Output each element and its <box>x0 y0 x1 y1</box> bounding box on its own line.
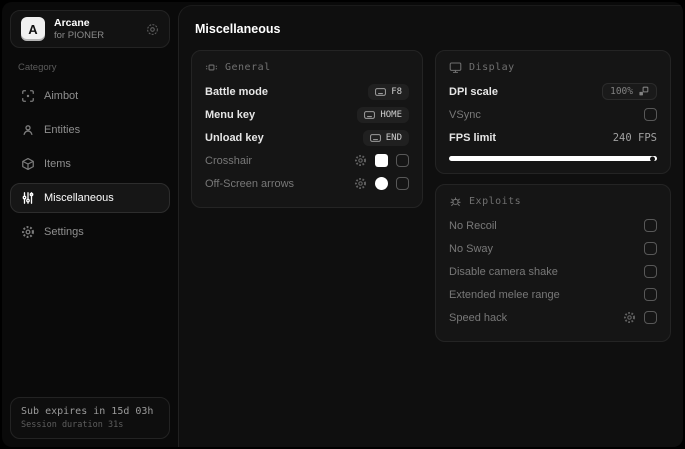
fps-limit-label: FPS limit <box>449 131 497 144</box>
fps-limit-slider[interactable] <box>449 156 657 161</box>
keyboard-icon <box>369 133 381 142</box>
page-title: Miscellaneous <box>195 22 281 36</box>
crosshair-label: Crosshair <box>205 154 253 167</box>
unload-key-label: Unload key <box>205 131 264 144</box>
offscreen-arrows-color-swatch[interactable] <box>375 177 389 190</box>
display-panel: Display DPI scale 100% VSync FPS limit 2… <box>435 50 671 174</box>
dpi-scale-row: DPI scale 100% <box>449 80 657 103</box>
general-panel: General Battle mode F8 Menu key HOME Unl… <box>191 50 424 208</box>
fps-slider-knob[interactable] <box>650 156 655 161</box>
battle-mode-label: Battle mode <box>205 85 268 98</box>
sidebar-item-entities[interactable]: Entities <box>10 115 170 145</box>
app-window: A Arcane for PIONER Category Aimbot Enti… <box>2 2 683 447</box>
sidebar-item-settings[interactable]: Settings <box>10 217 170 247</box>
general-icon <box>205 61 218 74</box>
sidebar-item-label: Settings <box>44 226 84 238</box>
display-panel-header: Display <box>449 61 657 74</box>
sidebar-item-items[interactable]: Items <box>10 149 170 179</box>
offscreen-arrows-checkbox[interactable] <box>396 177 410 190</box>
gear-icon <box>21 225 35 239</box>
display-panel-title: Display <box>469 62 515 73</box>
no-recoil-label: No Recoil <box>449 219 497 232</box>
extended-melee-range-row: Extended melee range <box>449 283 657 306</box>
crosshair-icon <box>21 89 35 103</box>
dpi-scale-label: DPI scale <box>449 85 498 98</box>
no-sway-label: No Sway <box>449 242 494 255</box>
speed-hack-checkbox[interactable] <box>644 311 657 324</box>
subscription-card: Sub expires in 15d 03h Session duration … <box>10 397 170 439</box>
sidebar: A Arcane for PIONER Category Aimbot Enti… <box>2 2 178 447</box>
extended-melee-range-checkbox[interactable] <box>644 288 657 301</box>
offscreen-arrows-settings-gear-icon[interactable] <box>354 177 367 190</box>
logo-card: A Arcane for PIONER <box>10 10 170 48</box>
crosshair-row: Crosshair <box>205 149 410 172</box>
keybind-value: F8 <box>391 86 403 97</box>
crosshair-color-swatch[interactable] <box>375 154 389 167</box>
app-name: Arcane <box>54 17 90 29</box>
keybind-value: END <box>385 132 403 143</box>
sidebar-item-label: Miscellaneous <box>44 192 114 204</box>
scale-icon <box>638 86 649 97</box>
unload-key-row: Unload key END <box>205 126 410 149</box>
app-subtitle: for PIONER <box>54 30 105 41</box>
no-recoil-row: No Recoil <box>449 214 657 237</box>
speed-hack-label: Speed hack <box>449 311 508 324</box>
disable-camera-shake-row: Disable camera shake <box>449 260 657 283</box>
speed-hack-row: Speed hack <box>449 306 657 329</box>
sidebar-nav: Aimbot Entities Items Miscellaneous Sett… <box>10 81 170 247</box>
sidebar-item-label: Items <box>44 158 71 170</box>
unload-key-keybind-button[interactable]: END <box>362 129 410 146</box>
vsync-row: VSync <box>449 103 657 126</box>
disable-camera-shake-checkbox[interactable] <box>644 265 657 278</box>
sub-expires-text: Sub expires in 15d 03h <box>21 406 154 417</box>
crosshair-settings-gear-icon[interactable] <box>354 154 367 167</box>
sliders-icon <box>21 191 35 205</box>
exploits-panel: Exploits No Recoil No Sway Disable camer… <box>435 184 671 342</box>
bug-icon <box>449 195 462 208</box>
fps-limit-value: 240 FPS <box>612 131 657 144</box>
battle-mode-row: Battle mode F8 <box>205 80 410 103</box>
no-sway-checkbox[interactable] <box>644 242 657 255</box>
sidebar-item-aimbot[interactable]: Aimbot <box>10 81 170 111</box>
app-logo: A <box>21 17 45 41</box>
dpi-scale-dropdown[interactable]: 100% <box>602 83 657 100</box>
exploits-panel-title: Exploits <box>469 196 522 207</box>
dpi-scale-value: 100% <box>610 86 633 97</box>
disable-camera-shake-label: Disable camera shake <box>449 265 558 278</box>
logo-letter: A <box>28 21 38 37</box>
no-recoil-checkbox[interactable] <box>644 219 657 232</box>
sidebar-item-miscellaneous[interactable]: Miscellaneous <box>10 183 170 213</box>
menu-key-label: Menu key <box>205 108 256 121</box>
fps-limit-row: FPS limit 240 FPS <box>449 126 657 149</box>
crosshair-checkbox[interactable] <box>396 154 410 167</box>
session-duration-text: Session duration 31s <box>21 420 124 430</box>
keyboard-icon <box>364 110 376 119</box>
monitor-icon <box>449 61 462 74</box>
menu-key-row: Menu key HOME <box>205 103 410 126</box>
offscreen-arrows-row: Off-Screen arrows <box>205 172 410 195</box>
general-panel-header: General <box>205 61 409 74</box>
main-content: Miscellaneous General Battle mode F8 Men… <box>178 5 683 447</box>
battle-mode-keybind-button[interactable]: F8 <box>368 83 410 100</box>
speed-hack-settings-gear-icon[interactable] <box>623 311 636 324</box>
category-label: Category <box>18 62 57 73</box>
general-panel-title: General <box>225 62 271 73</box>
exploits-panel-header: Exploits <box>449 195 657 208</box>
keyboard-icon <box>375 87 387 96</box>
extended-melee-range-label: Extended melee range <box>449 288 560 301</box>
account-settings-icon[interactable] <box>146 23 159 36</box>
no-sway-row: No Sway <box>449 237 657 260</box>
panel-columns: General Battle mode F8 Menu key HOME Unl… <box>179 36 683 342</box>
app-title-block: Arcane for PIONER <box>54 17 104 41</box>
cube-icon <box>21 157 35 171</box>
menu-key-keybind-button[interactable]: HOME <box>357 106 410 123</box>
vsync-label: VSync <box>449 108 481 121</box>
sidebar-item-label: Aimbot <box>44 90 79 102</box>
entities-icon <box>21 123 35 137</box>
sidebar-item-label: Entities <box>44 124 81 136</box>
offscreen-arrows-label: Off-Screen arrows <box>205 177 295 190</box>
vsync-checkbox[interactable] <box>644 108 657 121</box>
keybind-value: HOME <box>380 109 403 120</box>
